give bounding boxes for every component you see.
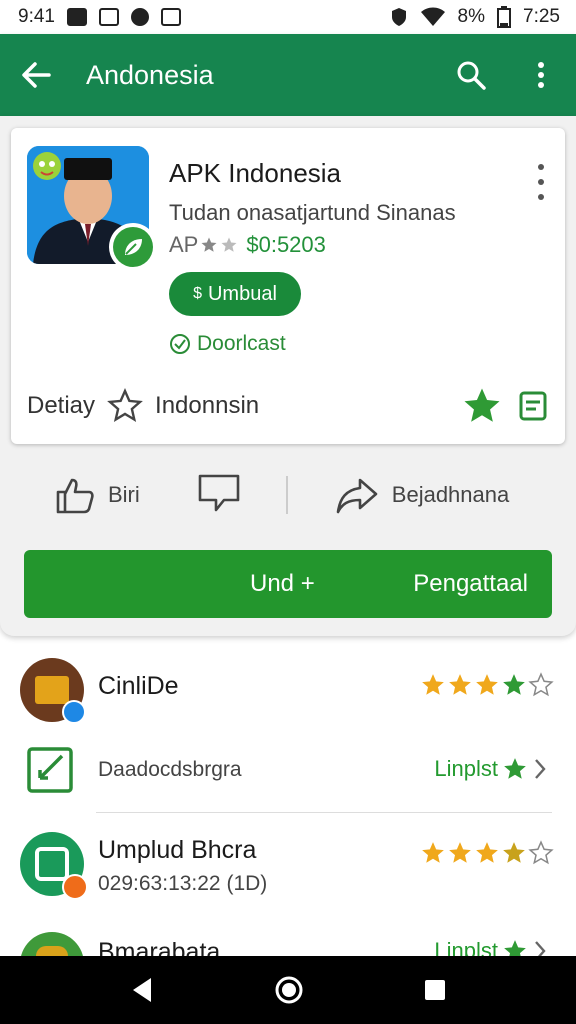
more-dot-icon: [538, 194, 544, 200]
wifi-icon: [420, 7, 445, 26]
list-item-subtitle: 029:63:13:22 (1D): [98, 872, 268, 895]
like-button[interactable]: Biri: [54, 474, 140, 516]
star-filled-icon: [422, 842, 444, 863]
share-arrow-icon: [336, 478, 378, 514]
rating-stars: [420, 840, 554, 866]
list-item[interactable]: CinliDe: [0, 636, 576, 736]
app-bar-title: Andonesia: [86, 59, 214, 90]
app-price: $0:5203: [246, 232, 326, 257]
list-divider: [96, 812, 552, 813]
back-button[interactable]: [0, 34, 72, 116]
search-button[interactable]: [436, 34, 506, 116]
link-label: Linplst: [434, 756, 498, 781]
list-item-title: CinliDe: [98, 672, 179, 700]
star-filled-icon: [503, 842, 525, 863]
list-item-subtitle: Daadocdsbrgra: [98, 758, 242, 781]
image-notification-icon: [98, 8, 119, 26]
star-outline-icon: [221, 237, 237, 252]
star-filled-icon: [449, 674, 471, 695]
verified-badge-icon: [62, 700, 86, 724]
back-triangle-icon[interactable]: [129, 976, 155, 1004]
star-outline-icon: [528, 840, 554, 865]
media-notification-icon: [130, 8, 149, 26]
rating-stars: [420, 672, 554, 698]
more-dot-icon: [538, 164, 544, 170]
notification-icon: [66, 8, 87, 26]
more-dot-icon: [538, 179, 544, 185]
bookmark-icon[interactable]: [517, 390, 549, 422]
play-badge-icon: [62, 874, 88, 900]
app-detail-panel: APK Indonesia Tudan onasatjartund Sinana…: [0, 116, 576, 636]
share-label: Bejadhnana: [391, 482, 510, 507]
thumbs-up-icon: [56, 478, 94, 514]
download-link-label: Doorlcast: [197, 332, 286, 355]
more-vert-icon: [538, 62, 544, 88]
comment-icon: [198, 474, 240, 511]
star-outline-icon: [201, 237, 217, 252]
overflow-menu-button[interactable]: [506, 34, 576, 116]
action-divider: [285, 476, 288, 514]
install-button-left-label: Und +: [250, 570, 315, 597]
battery-percent: 8%: [457, 6, 486, 27]
star-filled-icon: [422, 674, 444, 695]
list-item-link[interactable]: Linplst: [434, 756, 548, 782]
chevron-right-icon: [535, 759, 546, 779]
gallery-notification-icon: [160, 8, 181, 26]
star-filled-icon: [476, 674, 498, 695]
card-footer: Detiay Indonnsin: [27, 384, 549, 428]
status-time-left: 9:41: [18, 6, 55, 27]
arrow-left-icon: [22, 62, 51, 88]
star-filled-icon[interactable]: [461, 385, 503, 427]
list-item-title: Umplud Bhcra: [98, 836, 257, 864]
detail-label: Detiay: [27, 392, 96, 419]
like-label: Biri: [108, 482, 140, 507]
umplud-app-icon: [20, 832, 88, 900]
install-button-right-label: Pengattaal: [413, 570, 528, 597]
app-meta: AP $0:5203: [169, 232, 326, 258]
shield-icon: [391, 8, 406, 26]
cinlide-app-icon: [20, 658, 86, 724]
action-row: Biri Bejadhnana: [0, 460, 576, 530]
related-list: CinliDe Daadocdsbrgra Linplst Umplud Bhc…: [0, 636, 576, 996]
star-filled-icon: [504, 758, 526, 779]
dollar-icon: $: [193, 285, 202, 302]
comment-button[interactable]: [196, 472, 242, 519]
star-half-icon: [503, 674, 525, 695]
star-filled-icon: [449, 842, 471, 863]
recents-square-icon[interactable]: [423, 978, 447, 1002]
navigation-bar: [0, 956, 576, 1024]
star-outline-icon: [528, 672, 554, 697]
app-bar: Andonesia: [0, 34, 576, 116]
status-bar: 9:41 8% 7:25: [0, 0, 576, 34]
star-filled-icon: [476, 842, 498, 863]
install-button[interactable]: Und + Pengattaal: [24, 550, 552, 618]
battery-icon: [497, 6, 512, 28]
meta-prefix: AP: [169, 232, 199, 257]
download-link[interactable]: Doorlcast: [169, 332, 286, 356]
app-card[interactable]: APK Indonesia Tudan onasatjartund Sinana…: [11, 128, 565, 444]
share-button[interactable]: Bejadhnana: [334, 474, 509, 516]
app-badge: [109, 223, 157, 271]
pill-label: Umbual: [207, 282, 277, 305]
install-pill-button[interactable]: $ Umbual: [169, 272, 301, 316]
app-title: APK Indonesia: [169, 158, 342, 188]
check-circle-icon: [170, 334, 190, 354]
edit-square-icon: [27, 747, 73, 793]
app-subtitle: Tudan onasatjartund Sinanas: [169, 200, 456, 225]
leaf-icon: [125, 239, 142, 255]
list-item[interactable]: Umplud Bhcra 029:63:13:22 (1D): [0, 816, 576, 928]
country-label: Indonnsin: [155, 392, 260, 419]
home-circle-icon[interactable]: [274, 975, 304, 1005]
media-frame-icon: [35, 847, 69, 881]
card-overflow-button[interactable]: [533, 164, 549, 200]
star-outline-icon[interactable]: [107, 388, 143, 424]
status-time-right: 7:25: [523, 6, 560, 27]
search-icon: [457, 61, 486, 90]
list-item[interactable]: Daadocdsbrgra Linplst: [0, 736, 576, 816]
